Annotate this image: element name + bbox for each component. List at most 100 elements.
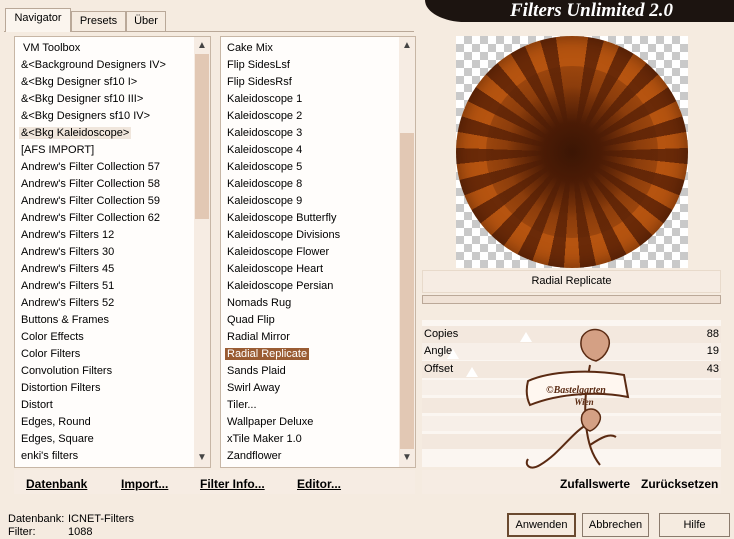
filter-item[interactable]: Kaleidoscope 8 bbox=[225, 176, 304, 193]
category-item[interactable]: Edges, Square bbox=[19, 431, 96, 448]
status-filter-label: Filter: bbox=[8, 526, 36, 538]
filter-item[interactable]: Kaleidoscope 9 bbox=[225, 193, 304, 210]
category-item[interactable]: Andrew's Filter Collection 57 bbox=[19, 159, 162, 176]
filter-item[interactable]: Radial Replicate bbox=[225, 346, 310, 363]
category-item[interactable]: Color Effects bbox=[19, 329, 86, 346]
category-item[interactable]: Andrew's Filters 51 bbox=[19, 278, 116, 295]
filter-item[interactable]: Sands Plaid bbox=[225, 363, 288, 380]
filter-item-label: Cake Mix bbox=[227, 42, 273, 54]
category-item[interactable]: &<Bkg Designer sf10 I> bbox=[19, 74, 139, 91]
category-item-label: &<Bkg Designer sf10 I> bbox=[21, 76, 138, 88]
category-item[interactable]: Distort bbox=[19, 397, 55, 414]
category-scrollbar[interactable]: ▲ ▼ bbox=[194, 37, 210, 467]
category-item[interactable]: Edges, Round bbox=[19, 414, 93, 431]
param-value: 88 bbox=[706, 328, 719, 340]
category-item-label: Edges, Square bbox=[21, 433, 94, 445]
filter-item-label: Quad Flip bbox=[227, 314, 275, 326]
category-item[interactable]: Andrew's Filters 52 bbox=[19, 295, 116, 312]
category-item-label: VM Toolbox bbox=[23, 42, 81, 54]
filter-item[interactable]: Cake Mix bbox=[225, 40, 275, 57]
filter-item-label: Kaleidoscope 4 bbox=[227, 144, 303, 156]
filter-item-label: Wallpaper Deluxe bbox=[227, 416, 314, 428]
tab-presets[interactable]: Presets bbox=[71, 11, 126, 31]
tab-about[interactable]: Über bbox=[126, 11, 166, 31]
category-item-label: &<Bkg Designer sf10 III> bbox=[21, 93, 144, 105]
reset-button[interactable]: Zurücksetzen bbox=[641, 476, 718, 492]
category-item-label: Andrew's Filters 52 bbox=[21, 297, 115, 309]
category-item-label: &<Bkg Designers sf10 IV> bbox=[21, 110, 151, 122]
category-item[interactable]: enki's filters bbox=[19, 448, 80, 465]
param-value: 43 bbox=[706, 363, 719, 375]
filter-item[interactable]: xTile Maker 1.0 bbox=[225, 431, 304, 448]
category-item[interactable]: &<Bkg Kaleidoscope> bbox=[19, 125, 132, 142]
filter-item-label: Zandflower bbox=[227, 450, 282, 462]
filter-item[interactable]: Kaleidoscope 2 bbox=[225, 108, 304, 125]
category-item-label: Color Filters bbox=[21, 348, 81, 360]
category-item-label: Andrew's Filter Collection 58 bbox=[21, 178, 161, 190]
category-item[interactable]: Convolution Filters bbox=[19, 363, 114, 380]
cancel-button[interactable]: Abbrechen bbox=[582, 513, 649, 537]
category-list[interactable]: VM Toolbox &<Background Designers IV> &<Bk… bbox=[14, 36, 211, 468]
apply-button[interactable]: Anwenden bbox=[507, 513, 576, 537]
category-item[interactable]: &<Background Designers IV> bbox=[19, 57, 168, 74]
category-item[interactable]: Andrew's Filters 30 bbox=[19, 244, 116, 261]
database-button[interactable]: Datenbank bbox=[26, 476, 87, 492]
category-item[interactable]: Andrew's Filter Collection 62 bbox=[19, 210, 162, 227]
category-item[interactable]: Andrew's Filter Collection 59 bbox=[19, 193, 162, 210]
filter-item[interactable]: Swirl Away bbox=[225, 380, 282, 397]
filter-item-label: Kaleidoscope 8 bbox=[227, 178, 303, 190]
filter-scrollbar[interactable]: ▲ ▼ bbox=[399, 37, 415, 467]
category-item[interactable]: &<Bkg Designers sf10 IV> bbox=[19, 108, 152, 125]
filter-item[interactable]: Kaleidoscope 5 bbox=[225, 159, 304, 176]
filter-item[interactable]: Kaleidoscope 4 bbox=[225, 142, 304, 159]
category-item[interactable]: VM Toolbox bbox=[19, 40, 82, 57]
filter-item[interactable]: Flip SidesRsf bbox=[225, 74, 294, 91]
filter-item[interactable]: Kaleidoscope Persian bbox=[225, 278, 335, 295]
watermark-line1: ©Bastelgarten bbox=[546, 385, 606, 396]
filter-item[interactable]: Kaleidoscope Divisions bbox=[225, 227, 342, 244]
angle-slider-thumb[interactable] bbox=[447, 349, 459, 359]
offset-slider-thumb[interactable] bbox=[466, 367, 478, 377]
filter-item[interactable]: Kaleidoscope 1 bbox=[225, 91, 304, 108]
filter-item[interactable]: Flip SidesLsf bbox=[225, 57, 292, 74]
tab-navigator[interactable]: Navigator bbox=[5, 8, 71, 32]
scroll-up-icon[interactable]: ▲ bbox=[194, 38, 210, 54]
filter-item[interactable]: Radial Mirror bbox=[225, 329, 292, 346]
filter-scroll-thumb[interactable] bbox=[400, 133, 414, 449]
filter-item[interactable]: Kaleidoscope Butterfly bbox=[225, 210, 338, 227]
bastelgarten-watermark: ©Bastelgarten Wien bbox=[525, 328, 630, 469]
category-item-label: [AFS IMPORT] bbox=[21, 144, 95, 156]
editor-button[interactable]: Editor... bbox=[297, 476, 341, 492]
filter-item[interactable]: Quad Flip bbox=[225, 312, 277, 329]
category-item[interactable]: Distortion Filters bbox=[19, 380, 102, 397]
category-item[interactable]: Buttons & Frames bbox=[19, 312, 111, 329]
filter-item[interactable]: Nomads Rug bbox=[225, 295, 293, 312]
category-item-label: Andrew's Filters 30 bbox=[21, 246, 115, 258]
category-item-label: Andrew's Filters 45 bbox=[21, 263, 115, 275]
filter-item[interactable]: Kaleidoscope 3 bbox=[225, 125, 304, 142]
category-item[interactable]: [AFS IMPORT] bbox=[19, 142, 96, 159]
filter-item[interactable]: Kaleidoscope Heart bbox=[225, 261, 325, 278]
category-item-label: enki's filters bbox=[21, 450, 79, 462]
filter-info-button[interactable]: Filter Info... bbox=[200, 476, 265, 492]
random-values-button[interactable]: Zufallswerte bbox=[560, 476, 630, 492]
category-item-label: Andrew's Filter Collection 62 bbox=[21, 212, 161, 224]
filter-item[interactable]: Zandflower bbox=[225, 448, 283, 465]
category-item[interactable]: Andrew's Filters 45 bbox=[19, 261, 116, 278]
filter-item[interactable]: Tiler... bbox=[225, 397, 259, 414]
scroll-down-icon[interactable]: ▼ bbox=[399, 450, 415, 466]
category-scroll-thumb[interactable] bbox=[195, 54, 209, 219]
progress-bar bbox=[422, 295, 721, 304]
import-button[interactable]: Import... bbox=[121, 476, 168, 492]
filter-item[interactable]: Wallpaper Deluxe bbox=[225, 414, 315, 431]
scroll-down-icon[interactable]: ▼ bbox=[194, 450, 210, 466]
category-item[interactable]: Andrew's Filters 12 bbox=[19, 227, 116, 244]
help-button[interactable]: Hilfe bbox=[659, 513, 730, 537]
filter-list[interactable]: Cake Mix Flip SidesLsf Flip SidesRsf Kaleid… bbox=[220, 36, 416, 468]
filter-item[interactable]: Kaleidoscope Flower bbox=[225, 244, 331, 261]
category-item[interactable]: &<Bkg Designer sf10 III> bbox=[19, 91, 145, 108]
category-item[interactable]: Color Filters bbox=[19, 346, 82, 363]
category-item[interactable]: Andrew's Filter Collection 58 bbox=[19, 176, 162, 193]
category-item-label: &<Bkg Kaleidoscope> bbox=[19, 127, 132, 139]
scroll-up-icon[interactable]: ▲ bbox=[399, 38, 415, 54]
